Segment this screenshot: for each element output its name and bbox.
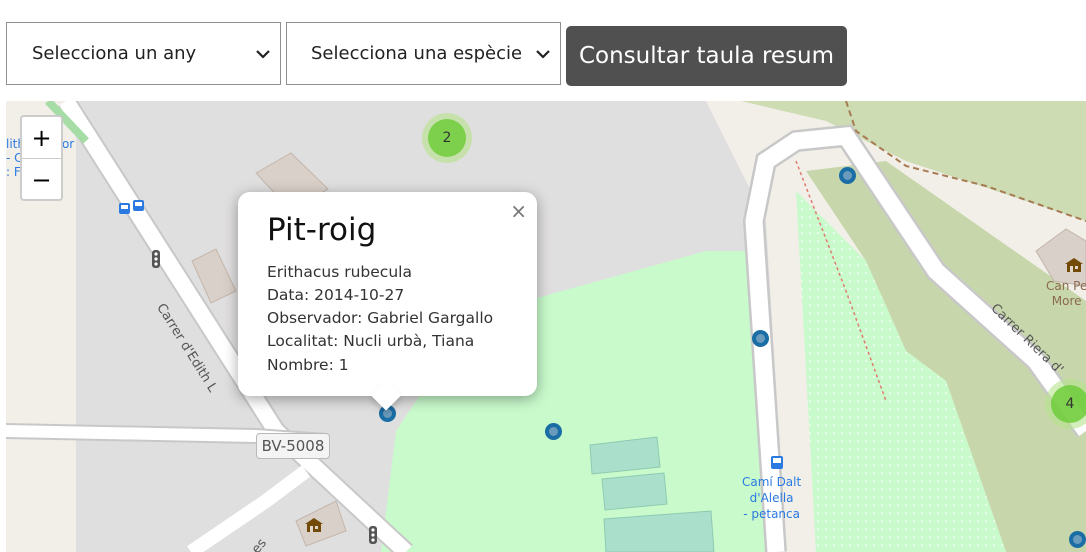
zoom-control: + − [20, 115, 63, 201]
marker-cluster[interactable]: 2 [422, 113, 472, 163]
bus-stop-icon [119, 200, 144, 214]
year-select[interactable]: Selecciona un any [6, 22, 281, 85]
observation-marker[interactable] [545, 423, 562, 440]
observation-count: Nombre: 1 [267, 356, 349, 374]
observation-marker[interactable] [752, 330, 769, 347]
map-view[interactable]: Carrer d'Edith L Carrer Riera d' Camí Da… [6, 101, 1086, 552]
consult-summary-button[interactable]: Consultar taula resum [566, 26, 847, 86]
building-poi-icon [305, 518, 323, 532]
zoom-out-button[interactable]: − [22, 159, 61, 199]
observation-locality: Localitat: Nucli urbà, Tiana [267, 332, 475, 350]
observation-marker[interactable] [1069, 531, 1086, 548]
observation-date: Data: 2014-10-27 [267, 286, 405, 304]
traffic-signal-icon [152, 250, 160, 268]
chevron-down-icon [536, 49, 550, 59]
bus-stop-label: Camí Dalt d'Alella - petanca [742, 475, 802, 521]
traffic-signal-icon [369, 526, 377, 544]
species-common-name: Pit-roig [267, 212, 377, 248]
species-scientific-name: Erithacus rubecula [267, 263, 412, 281]
poi-label-can-pere: Can Pe More [1046, 279, 1086, 308]
close-icon[interactable]: × [510, 199, 527, 223]
building-poi-icon [1065, 258, 1083, 272]
zoom-in-button[interactable]: + [22, 117, 61, 159]
species-select[interactable]: Selecciona una espècie [286, 22, 561, 85]
observation-marker[interactable] [839, 167, 856, 184]
road-shield-bv5008: BV-5008 [256, 433, 330, 459]
year-select-value: Selecciona un any [32, 43, 197, 64]
species-select-value: Selecciona una espècie [311, 43, 523, 64]
bus-stop-icon [771, 456, 783, 469]
chevron-down-icon [256, 49, 270, 59]
observation-popup: × Pit-roig Erithacus rubecula Data: 2014… [238, 192, 537, 411]
observer-name: Observador: Gabriel Gargallo [267, 309, 494, 327]
